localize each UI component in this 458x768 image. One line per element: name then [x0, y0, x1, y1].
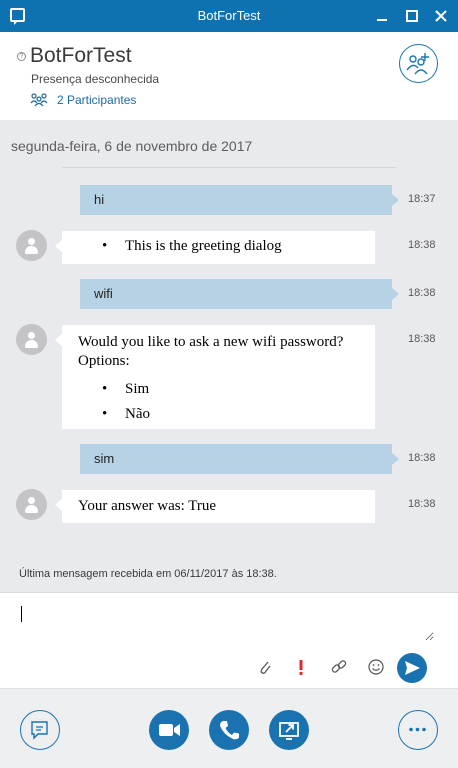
text-caret — [21, 606, 22, 622]
date-separator: segunda-feira, 6 de novembro de 2017 — [11, 138, 253, 154]
send-button[interactable] — [397, 653, 427, 683]
screen-share-icon — [279, 722, 299, 740]
conversation-history[interactable]: segunda-feira, 6 de novembro de 2017 hi … — [0, 120, 458, 592]
list-item: Sim — [78, 377, 359, 402]
message-time: 18:38 — [408, 287, 436, 299]
outgoing-message: wifi — [80, 279, 399, 309]
avatar — [16, 230, 47, 261]
incoming-message: This is the greeting dialog — [55, 231, 375, 264]
incoming-message: Your answer was: True — [55, 490, 375, 523]
avatar — [16, 489, 47, 520]
message-list: Sim Não — [78, 377, 359, 427]
compose-area — [0, 592, 458, 688]
presence-status: Presença desconhecida — [31, 72, 160, 86]
action-bar — [0, 688, 458, 768]
message-list: This is the greeting dialog — [78, 238, 359, 255]
video-call-button[interactable] — [149, 710, 189, 750]
last-message-notice: Última mensagem recebida em 06/11/2017 à… — [19, 568, 277, 580]
message-time: 18:38 — [408, 239, 436, 251]
message-time: 18:37 — [408, 193, 436, 205]
contact-name: BotForTest — [30, 44, 132, 67]
close-icon[interactable] — [431, 6, 451, 26]
add-people-button[interactable] — [399, 44, 438, 83]
message-text: Would you like to ask a new wifi passwor… — [78, 334, 344, 369]
smiley-icon[interactable] — [367, 658, 385, 676]
paperclip-icon[interactable] — [256, 658, 274, 676]
list-item: Não — [78, 402, 359, 427]
message-time: 18:38 — [408, 333, 436, 345]
im-icon — [31, 721, 48, 740]
share-button[interactable] — [269, 710, 309, 750]
participants-label: 2 Participantes — [57, 93, 137, 107]
contact-header: ? BotForTest Presença desconhecida 2 Par… — [0, 32, 458, 120]
maximize-icon[interactable] — [402, 6, 422, 26]
link-icon[interactable] — [330, 658, 348, 676]
im-button[interactable] — [20, 710, 60, 750]
message-input[interactable] — [14, 601, 434, 641]
outgoing-message: hi — [80, 185, 399, 215]
send-icon — [405, 661, 420, 675]
list-item: This is the greeting dialog — [78, 238, 359, 255]
avatar — [16, 324, 47, 355]
minimize-icon[interactable] — [372, 6, 392, 26]
outgoing-message: sim — [80, 444, 399, 474]
incoming-message: Would you like to ask a new wifi passwor… — [55, 325, 375, 429]
presence-unknown-icon: ? — [17, 52, 26, 61]
title-bar: BotForTest — [0, 0, 458, 32]
people-icon — [30, 93, 48, 112]
message-time: 18:38 — [408, 498, 436, 510]
more-icon — [409, 727, 426, 732]
date-divider — [62, 167, 396, 168]
audio-call-button[interactable] — [209, 710, 249, 750]
video-camera-icon — [159, 724, 180, 736]
exclamation-icon[interactable] — [292, 658, 310, 676]
add-people-icon — [406, 53, 429, 75]
phone-icon — [220, 721, 239, 740]
more-options-button[interactable] — [398, 710, 438, 750]
message-time: 18:38 — [408, 452, 436, 464]
